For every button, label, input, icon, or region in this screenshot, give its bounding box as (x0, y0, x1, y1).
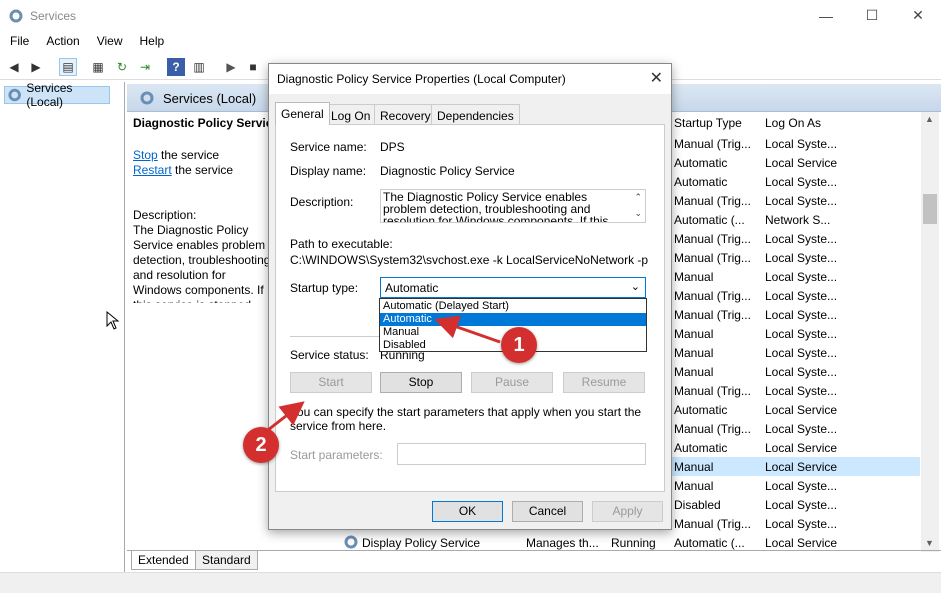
annotation-arrows (267, 315, 501, 432)
annotation-badge-1: 1 (501, 327, 537, 363)
arrow-1 (434, 315, 501, 344)
arrow-2 (267, 401, 305, 432)
annotation-badge-2: 2 (243, 427, 279, 463)
